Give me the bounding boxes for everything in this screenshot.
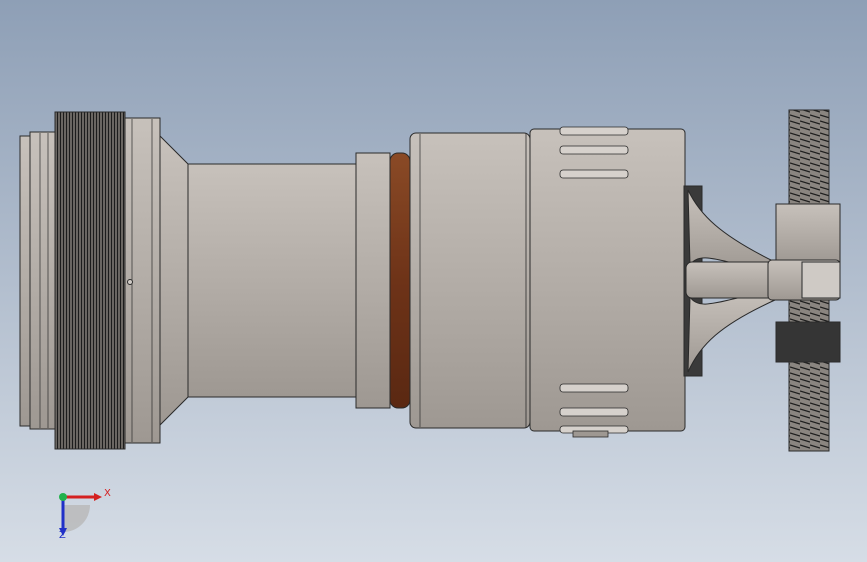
- clamp-nut-upper: [775, 203, 841, 265]
- step-ring: [355, 152, 391, 409]
- locating-hole: [127, 279, 133, 285]
- clamp-nut-lower: [775, 321, 841, 363]
- cad-viewport[interactable]: X Z: [0, 0, 867, 562]
- model-canvas[interactable]: [0, 0, 867, 562]
- x-axis-label: X: [104, 488, 111, 499]
- knurled-coupling-nut: [54, 111, 126, 450]
- body-tube: [187, 163, 359, 398]
- clamp-block-face: [801, 261, 841, 299]
- bottom-clip: [572, 430, 609, 438]
- o-ring-gasket: [389, 152, 411, 409]
- taper-section: [159, 134, 189, 427]
- flange-ring: [29, 131, 56, 430]
- z-axis-label: Z: [59, 530, 66, 541]
- y-axis-dot: [59, 493, 67, 501]
- main-housing: [409, 132, 531, 429]
- flange-ring-outer: [19, 135, 31, 427]
- clamp-bridge: [685, 261, 781, 299]
